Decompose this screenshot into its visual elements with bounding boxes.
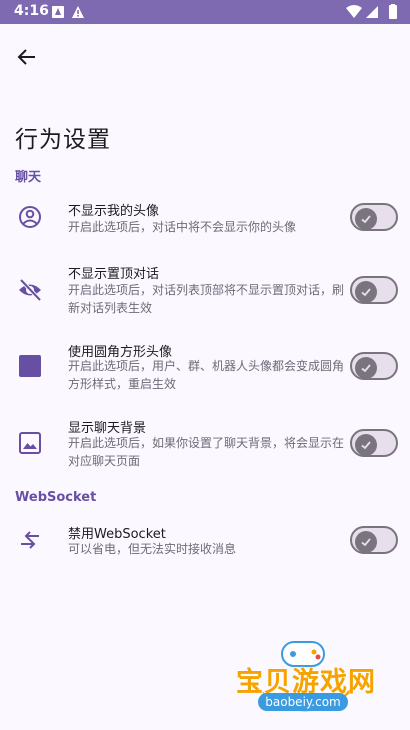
setting-disable-websocket[interactable]: 禁用WebSocket 可以省电，但无法实时接收消息	[0, 520, 410, 560]
toggle-knob	[355, 208, 377, 230]
image-icon	[17, 430, 43, 456]
eye-off-icon	[17, 277, 43, 303]
watermark-url: baobeiy.com	[258, 693, 348, 711]
check-icon	[361, 364, 371, 373]
section-header-websocket: WebSocket	[15, 490, 97, 505]
check-icon	[361, 288, 371, 297]
toggle-knob	[355, 281, 377, 303]
page-title: 行为设置	[15, 127, 111, 153]
setting-title: 不显示置顶对话	[68, 267, 160, 282]
toggle-hide-my-avatar[interactable]	[350, 203, 398, 231]
signal-icon	[366, 6, 378, 18]
wifi-icon	[346, 5, 362, 18]
check-icon	[361, 538, 371, 547]
section-header-chat: 聊天	[15, 170, 42, 185]
status-bar: 4:16	[0, 0, 410, 24]
status-time: 4:16	[14, 3, 49, 19]
setting-hide-my-avatar[interactable]: 不显示我的头像 开启此选项后，对话中将不会显示你的头像	[0, 196, 410, 246]
setting-title: 不显示我的头像	[68, 204, 160, 219]
notification-icons	[52, 6, 84, 18]
setting-desc: 开启此选项后，对话中将不会显示你的头像	[68, 220, 297, 234]
setting-hide-pinned-chats[interactable]: 不显示置顶对话 开启此选项后，对话列表顶部将不显示置顶对话，刷新对话列表生效	[0, 261, 410, 323]
check-icon	[361, 215, 371, 224]
toggle-hide-pinned-chats[interactable]	[350, 276, 398, 304]
rounded-square-icon	[17, 353, 43, 379]
arrow-back-icon	[17, 49, 35, 65]
setting-desc: 开启此选项后，如果你设置了聊天背景，将会显示在对应聊天页面	[68, 436, 345, 468]
check-icon	[361, 441, 371, 450]
toggle-rounded-square-avatar[interactable]	[350, 352, 398, 380]
swap-arrows-icon	[17, 527, 43, 553]
toggle-knob	[355, 357, 377, 379]
system-status-icons	[346, 4, 397, 19]
back-button[interactable]	[10, 40, 44, 74]
setting-show-chat-background[interactable]: 显示聊天背景 开启此选项后，如果你设置了聊天背景，将会显示在对应聊天页面	[0, 415, 410, 477]
battery-icon	[389, 5, 397, 19]
setting-rounded-square-avatar[interactable]: 使用圆角方形头像 开启此选项后，用户、群、机器人头像都会变成圆角方形样式，重启生…	[0, 338, 410, 400]
toggle-knob	[355, 531, 377, 553]
setting-desc: 可以省电，但无法实时接收消息	[68, 542, 237, 556]
toggle-disable-websocket[interactable]	[350, 526, 398, 554]
setting-desc: 开启此选项后，用户、群、机器人头像都会变成圆角方形样式，重启生效	[68, 359, 345, 391]
account-circle-icon	[17, 204, 43, 230]
watermark-logo: 宝贝游戏网 baobeiy.com	[230, 630, 380, 725]
setting-desc: 开启此选项后，对话列表顶部将不显示置顶对话，刷新对话列表生效	[68, 283, 345, 315]
toggle-show-chat-background[interactable]	[350, 429, 398, 457]
toggle-knob	[355, 434, 377, 456]
